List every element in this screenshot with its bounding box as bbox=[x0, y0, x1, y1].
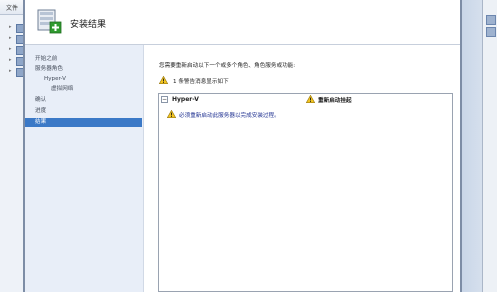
result-role-name: Hyper-V bbox=[172, 96, 199, 103]
background-toolbar-strip bbox=[482, 0, 497, 292]
wizard-title: 安装结果 bbox=[70, 20, 107, 30]
result-status: 重新启动挂起 bbox=[306, 95, 426, 104]
expand-arrow-icon[interactable]: ▸ bbox=[9, 68, 12, 74]
toolbar-icon[interactable] bbox=[486, 15, 496, 25]
add-roles-wizard: 安装结果 开始之前 服务器角色 Hyper-V 虚拟网络 确认 进度 结果 您需… bbox=[23, 0, 462, 292]
nav-item-server-roles[interactable]: 服务器角色 bbox=[25, 65, 142, 74]
expand-arrow-icon[interactable]: ▸ bbox=[9, 57, 12, 63]
nav-item-results[interactable]: 结果 bbox=[25, 118, 142, 127]
wizard-header: 安装结果 bbox=[25, 0, 460, 45]
restart-intro-text: 您需要重新启动以下一个或多个角色、角色服务或功能: bbox=[159, 63, 296, 69]
nav-item-before-you-begin[interactable]: 开始之前 bbox=[25, 55, 142, 64]
expand-arrow-icon[interactable]: ▸ bbox=[9, 46, 12, 52]
result-header-hyper-v: − Hyper-V 重新启动挂起 bbox=[159, 94, 452, 106]
result-message-text: 必须重新启动此服务器以完成安装过程。 bbox=[179, 113, 280, 119]
results-list: − Hyper-V 重新启动挂起 必须重新启动此服务器以完成安装过程。 bbox=[158, 93, 453, 292]
wizard-content: 您需要重新启动以下一个或多个角色、角色服务或功能: 1 条警告消息显示如下 − … bbox=[144, 45, 460, 292]
result-message: 必须重新启动此服务器以完成安装过程。 bbox=[167, 110, 447, 119]
nav-item-hyper-v[interactable]: Hyper-V bbox=[25, 75, 142, 84]
nav-item-confirmation[interactable]: 确认 bbox=[25, 96, 142, 105]
warning-summary-text: 1 条警告消息显示如下 bbox=[173, 79, 229, 85]
expand-arrow-icon[interactable]: ▸ bbox=[9, 24, 12, 30]
collapse-toggle[interactable]: − bbox=[161, 96, 168, 103]
wizard-nav: 开始之前 服务器角色 Hyper-V 虚拟网络 确认 进度 结果 bbox=[25, 45, 144, 292]
expand-arrow-icon[interactable]: ▸ bbox=[9, 35, 12, 41]
result-status-text: 重新启动挂起 bbox=[318, 98, 352, 104]
server-add-icon bbox=[37, 9, 62, 34]
warning-icon bbox=[306, 95, 315, 103]
background-desktop-right bbox=[462, 0, 497, 292]
toolbar-icon[interactable] bbox=[486, 27, 496, 37]
warning-icon bbox=[159, 76, 168, 84]
nav-item-virtual-networks[interactable]: 虚拟网络 bbox=[25, 85, 142, 94]
warning-icon bbox=[167, 110, 176, 118]
nav-item-progress[interactable]: 进度 bbox=[25, 107, 142, 116]
background-file-menu[interactable]: 文件 bbox=[6, 3, 18, 12]
